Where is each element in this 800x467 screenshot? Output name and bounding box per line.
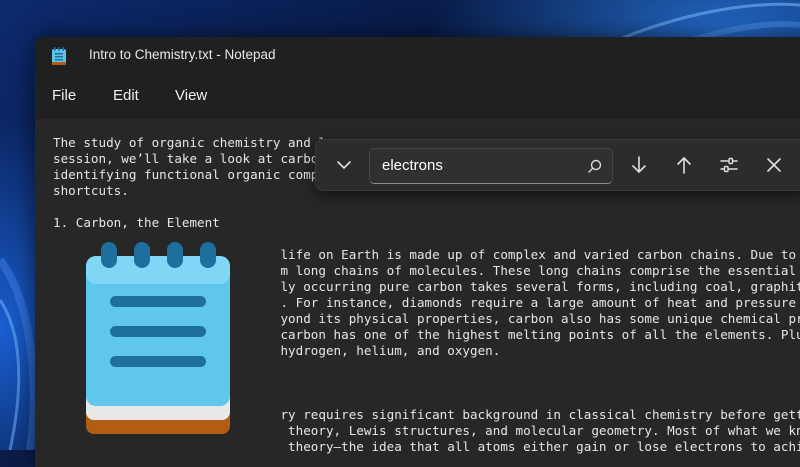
collapse-find-button[interactable] [324,140,364,190]
find-previous-button[interactable] [664,140,704,190]
find-field [369,148,613,184]
arrow-up-icon [677,157,691,174]
close-icon [767,158,781,172]
notepad-logo-icon [86,242,230,434]
menu-bar: File Edit View [35,75,800,119]
editor-line: theory—the idea that all atoms either ga… [53,439,800,454]
editor-line: shortcuts. [53,183,129,198]
menu-file[interactable]: File [52,87,76,104]
menu-view[interactable]: View [175,87,207,104]
arrow-down-icon [632,156,646,173]
sliders-icon [720,157,738,173]
find-input[interactable] [382,155,577,175]
close-find-button[interactable] [754,140,794,190]
search-icon[interactable] [586,157,604,175]
editor-line: The study of organic chemistry and l [53,135,326,150]
editor-line: session, we’ll take a look at carbo [53,151,319,166]
find-next-button[interactable] [619,140,659,190]
notepad-icon [52,47,66,65]
chevron-down-icon [337,161,351,170]
editor-line: identifying functional organic compo [53,167,326,182]
editor-line: 1. Carbon, the Element [53,215,220,230]
window-title: Intro to Chemistry.txt - Notepad [89,47,276,62]
title-bar: Intro to Chemistry.txt - Notepad [35,37,800,75]
menu-edit[interactable]: Edit [113,87,139,104]
find-options-button[interactable] [709,140,749,190]
find-bar [315,139,800,191]
